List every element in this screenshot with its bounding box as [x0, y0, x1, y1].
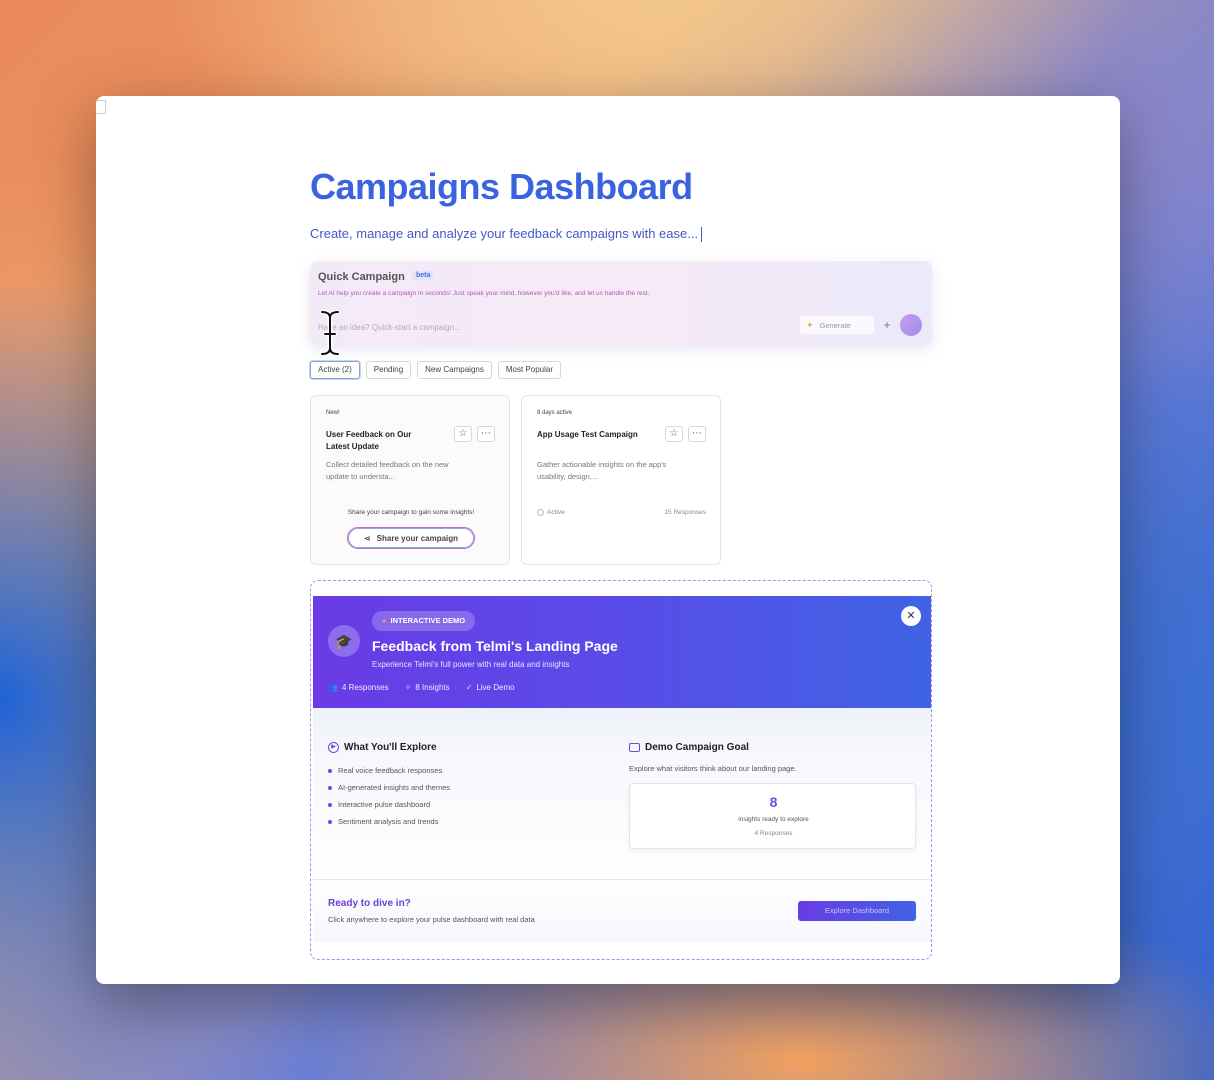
quick-campaign-description: Let AI help you create a campaign in sec…: [318, 290, 650, 297]
quick-campaign-title: Quick Campaign: [318, 271, 405, 283]
more-options-icon[interactable]: ⋯: [477, 426, 495, 442]
stat-live: ✓ Live Demo: [466, 683, 515, 692]
stat-insights: ✧ 8 Insights: [405, 683, 450, 692]
list-item-label: Sentiment analysis and trends: [338, 817, 439, 826]
star-icon[interactable]: ☆: [665, 426, 683, 442]
text-cursor-icon: [319, 310, 341, 356]
card-badge: 8 days active: [537, 410, 573, 416]
bullet-dot: [328, 785, 332, 790]
card-description: Gather actionable insights on the app's …: [537, 460, 667, 481]
more-options-icon[interactable]: ⋯: [688, 426, 706, 442]
tab-active[interactable]: Active (2): [310, 361, 360, 379]
card-title: User Feedback on Our Latest Update: [326, 430, 412, 451]
demo-stats: 👥 4 Responses ✧ 8 Insights ✓ Live Demo: [328, 683, 515, 692]
stat-label: 4 Responses: [341, 683, 389, 692]
ready-subtitle: Click anywhere to explore your pulse das…: [328, 915, 535, 924]
share-hint: Share your campaign to gain some insight…: [347, 509, 475, 516]
stat-label: 8 Insights: [415, 683, 450, 692]
generate-button[interactable]: ✦ Generate: [800, 316, 874, 334]
share-label: Share your campaign: [376, 533, 459, 543]
list-item: AI-generated insights and themes: [328, 779, 450, 796]
campaign-tabs: Active (2) Pending New Campaigns Most Po…: [310, 361, 561, 379]
response-count: 15 Responses: [664, 509, 706, 516]
goal-description: Explore what visitors think about our la…: [629, 764, 797, 773]
list-item-label: Real voice feedback responses: [338, 766, 443, 775]
insights-icon: ✧: [404, 683, 412, 692]
card-description: Collect detailed feedback on the new upd…: [326, 460, 449, 481]
campaign-card[interactable]: 8 days active App Usage Test Campaign ☆ …: [521, 395, 721, 565]
explore-title: What You'll Explore: [344, 742, 437, 753]
star-icon[interactable]: ☆: [454, 426, 472, 442]
page-subtitle: Create, manage and analyze your feedback…: [310, 226, 703, 243]
pill-label: INTERACTIVE DEMO: [390, 616, 466, 625]
subtitle-text: Create, manage and analyze your feedback…: [310, 226, 699, 241]
interactive-demo-pill: ● INTERACTIVE DEMO: [372, 611, 476, 631]
list-item: Real voice feedback responses: [328, 762, 450, 779]
bullet-dot: [328, 802, 332, 807]
stat-responses: 👥 4 Responses: [328, 683, 389, 692]
card-badge: New!: [326, 410, 340, 416]
share-campaign-button[interactable]: ⋖ Share your campaign: [347, 527, 475, 549]
campaign-card[interactable]: New! User Feedback on Our Latest Update …: [310, 395, 510, 565]
bullet-dot: [328, 819, 332, 824]
explore-heading: ▶ What You'll Explore: [328, 742, 437, 753]
tab-new-campaigns[interactable]: New Campaigns: [417, 361, 492, 379]
demo-details: ▶ What You'll Explore Real voice feedbac…: [313, 708, 931, 880]
card-title: App Usage Test Campaign: [537, 430, 638, 439]
ready-title: Ready to dive in?: [328, 898, 411, 909]
play-circle-icon: ▶: [328, 742, 339, 753]
explore-list: Real voice feedback responses AI-generat…: [328, 762, 450, 830]
goal-heading: Demo Campaign Goal: [629, 742, 749, 753]
goal-title: Demo Campaign Goal: [645, 742, 749, 753]
status-circle-icon: [537, 509, 544, 516]
share-icon: ⋖: [363, 533, 371, 543]
tab-pending[interactable]: Pending: [365, 361, 412, 379]
mic-orb-button[interactable]: [900, 314, 922, 336]
quick-campaign-panel: Quick Campaign beta Let AI help you crea…: [310, 261, 932, 345]
users-icon: 👥: [328, 683, 338, 692]
card-status: Active: [537, 509, 565, 516]
insight-label: insights ready to explore: [738, 816, 809, 823]
list-item-label: Interactive pulse dashboard: [338, 800, 431, 809]
list-item-label: AI-generated insights and themes: [338, 783, 451, 792]
text-caret: [701, 227, 703, 243]
page-title: Campaigns Dashboard: [310, 166, 693, 207]
sparkle-icon: ●: [382, 616, 387, 625]
add-button[interactable]: +: [880, 316, 894, 334]
demo-hero: 🎓 ● INTERACTIVE DEMO Feedback from Telmi'…: [313, 596, 931, 708]
bullet-dot: [328, 768, 332, 773]
window-corner-handle: [96, 100, 106, 114]
demo-title: Feedback from Telmi's Landing Page: [372, 638, 618, 654]
tab-most-popular[interactable]: Most Popular: [497, 361, 561, 379]
graduation-cap-icon: 🎓: [328, 625, 360, 657]
explore-dashboard-button[interactable]: Explore Dashboard: [798, 901, 916, 921]
ready-section: Ready to dive in? Click anywhere to expl…: [313, 880, 931, 942]
insight-count: 8: [769, 794, 778, 810]
generate-label: Generate: [819, 320, 851, 330]
stat-label: Live Demo: [476, 683, 515, 692]
close-icon[interactable]: ✕: [901, 606, 921, 626]
beta-badge: beta: [412, 271, 435, 280]
sparkle-icon: ✦: [806, 319, 814, 330]
status-label: Active: [547, 509, 565, 516]
insights-summary-box: 8 insights ready to explore 4 Responses: [629, 783, 916, 849]
interactive-demo-panel[interactable]: 🎓 ● INTERACTIVE DEMO Feedback from Telmi'…: [310, 580, 932, 960]
message-icon: [629, 743, 640, 752]
list-item: Sentiment analysis and trends: [328, 813, 450, 830]
browser-window: Campaigns Dashboard Create, manage and a…: [96, 96, 1120, 984]
goal-response-count: 4 Responses: [754, 830, 793, 837]
quick-campaign-input[interactable]: [318, 319, 658, 335]
demo-subtitle: Experience Telmi's full power with real …: [372, 660, 570, 669]
list-item: Interactive pulse dashboard: [328, 796, 450, 813]
check-circle-icon: ✓: [465, 683, 473, 692]
